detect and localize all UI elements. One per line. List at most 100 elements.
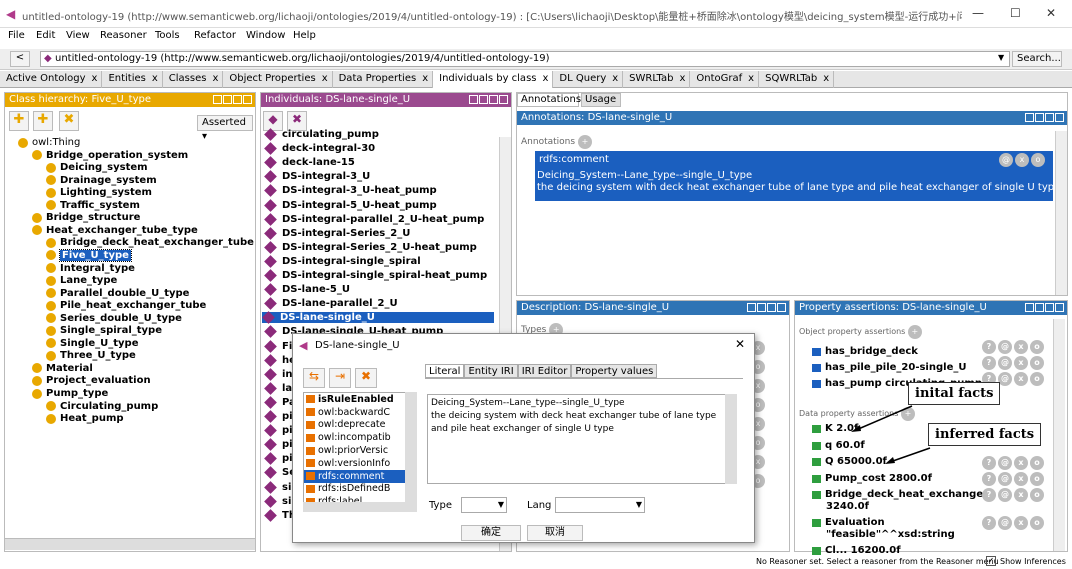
address-field[interactable]: ◆ untitled-ontology-19 (http://www.seman… [40,51,1010,67]
tab-swrltab[interactable]: SWRLTab x [623,71,691,88]
tab-iri-editor[interactable]: IRI Editor [517,364,572,378]
annotation-action-buttons[interactable]: @ x o [999,153,1045,167]
data-assertion-item[interactable]: 3240.0f [826,501,869,512]
type-select[interactable]: ▼ [461,497,507,513]
class-node[interactable]: Pump_type [32,388,108,399]
tab-object-properties[interactable]: Object Properties x [223,71,333,88]
menu-view[interactable]: View [66,30,90,41]
data-assertion-item[interactable]: Pump_cost 2800.0f [812,473,932,484]
individual-item[interactable]: DS-lane-5_U [264,283,350,296]
tab-dl-query[interactable]: DL Query x [553,71,624,88]
menu-file[interactable]: File [8,30,25,41]
data-assertion-item[interactable]: Bridge_deck_heat_exchanger [812,489,988,500]
individual-item[interactable]: DS-integral-single_spiral [264,255,421,268]
edit-property-icon[interactable]: ⇥ [329,368,351,388]
class-node[interactable]: Three_U_type [46,350,136,361]
ok-button[interactable]: 确定 [461,525,521,541]
class-node[interactable]: Lighting_system [46,187,152,198]
class-node[interactable]: Circulating_pump [46,401,158,412]
property-list-hscrollbar[interactable] [303,502,417,512]
close-icon[interactable]: x [542,73,548,88]
chevron-down-icon[interactable]: ▼ [998,53,1004,62]
menu-reasoner[interactable]: Reasoner [100,30,147,41]
class-node[interactable]: Integral_type [46,263,135,274]
class-node[interactable]: owl:Thing [18,137,80,148]
close-icon[interactable]: x [92,73,98,88]
maximize-button[interactable]: ☐ [1010,6,1021,20]
dialog-property-item[interactable]: rdfs:comment [304,469,416,483]
literal-textarea[interactable]: Deicing_System--Lane_type--single_U_type… [427,394,737,484]
panel-buttons[interactable] [1025,303,1064,312]
menu-tools[interactable]: Tools [155,30,180,41]
data-assertion-item[interactable]: Evaluation [812,517,885,528]
class-node[interactable]: Heat_exchanger_tube_type [32,225,198,236]
data-assertion-item[interactable]: Q 65000.0f [812,456,887,467]
data-assertion-item[interactable]: "feasible"^^xsd:string [826,529,955,540]
tab-annotations[interactable]: Annotations [517,93,581,107]
class-node[interactable]: Lane_type [46,275,117,286]
close-icon[interactable]: x [152,73,158,88]
asserted-select[interactable]: Asserted ▾ [197,115,253,142]
add-individual-icon[interactable]: ◆ [263,111,283,131]
object-assertion-item[interactable]: has_bridge_deck [812,346,918,357]
individual-item[interactable]: DS-integral-Series_2_U [264,226,410,240]
individual-item[interactable]: DS-integral-parallel_2_U-heat_pump [264,212,484,226]
individual-item[interactable]: DS-integral-3_U-heat_pump [264,184,437,198]
tab-entities[interactable]: Entities x [102,71,163,88]
tab-property-values[interactable]: Property values [571,364,658,378]
dialog-property-item[interactable]: owl:deprecate [304,419,416,432]
close-icon[interactable]: x [748,73,754,88]
add-sibling-icon[interactable]: ✚ [33,111,53,131]
panel-buttons[interactable] [1025,113,1064,122]
close-icon[interactable]: x [422,73,428,88]
tab-data-properties[interactable]: Data Properties x [333,71,434,88]
menu-edit[interactable]: Edit [36,30,55,41]
dialog-property-item[interactable]: owl:backwardC [304,406,416,419]
tab-classes[interactable]: Classes x [163,71,224,88]
menu-refactor[interactable]: Refactor [194,30,236,41]
individual-item[interactable]: deck-lane-15 [264,156,355,170]
class-node[interactable]: Series_double_U_type [46,313,182,324]
assertion-row-buttons[interactable]: ? @ x o [982,472,1044,486]
tab-ontograf[interactable]: OntoGraf x [690,71,760,88]
delete-class-icon[interactable]: ✖ [59,111,79,131]
add-property-icon[interactable]: ⇆ [303,368,325,388]
individual-item[interactable]: DS-integral-3_U [264,170,370,184]
close-icon[interactable]: x [612,73,618,88]
assertion-row-buttons[interactable]: ? @ x o [982,488,1044,502]
tab-entity-iri[interactable]: Entity IRI [464,364,518,378]
assertion-row-buttons[interactable]: ? @ x o [982,356,1044,370]
dialog-property-item[interactable]: owl:priorVersic [304,444,416,457]
tab-literal[interactable]: Literal [425,364,465,378]
individual-item[interactable]: DS-lane-single_U [262,311,494,325]
search-button[interactable]: Search... [1012,51,1062,67]
class-node[interactable]: Bridge_operation_system [32,150,188,161]
menu-help[interactable]: Help [293,30,316,41]
close-icon[interactable]: x [823,73,829,88]
class-node[interactable]: Bridge_structure [32,212,140,223]
assertions-scrollbar[interactable] [1053,319,1065,551]
close-icon[interactable]: x [679,73,685,88]
class-node[interactable]: Drainage_system [46,175,157,186]
assertion-row-buttons[interactable]: ? @ x o [982,516,1044,530]
class-node[interactable]: Bridge_deck_heat_exchanger_tube [46,237,254,248]
lang-select[interactable]: ▼ [555,497,645,513]
delete-individual-icon[interactable]: ✖ [287,111,307,131]
individual-item[interactable]: deck-integral-30 [264,142,375,155]
add-subclass-icon[interactable]: ✚ [9,111,29,131]
assertion-row-buttons[interactable]: ? @ x o [982,456,1044,470]
class-node[interactable]: Parallel_double_U_type [46,288,189,299]
class-node[interactable]: Single_U_type [46,338,138,349]
dialog-property-item[interactable]: rdfs:isDefinedB [304,483,416,496]
close-icon[interactable]: x [212,73,218,88]
individual-item[interactable]: DS-lane-parallel_2_U [264,297,398,311]
tab-sqwrltab[interactable]: SQWRLTab x [759,71,835,88]
literal-scrollbar[interactable] [725,394,737,484]
back-button[interactable]: < [10,51,30,67]
add-annotation-icon[interactable]: + [577,135,592,149]
class-node[interactable]: Single_spiral_type [46,325,162,336]
delete-property-icon[interactable]: ✖ [355,368,377,388]
dialog-property-item[interactable]: isRuleEnabled [304,393,416,406]
panel-buttons[interactable] [469,95,508,104]
data-assertion-item[interactable]: q 60.0f [812,440,865,451]
